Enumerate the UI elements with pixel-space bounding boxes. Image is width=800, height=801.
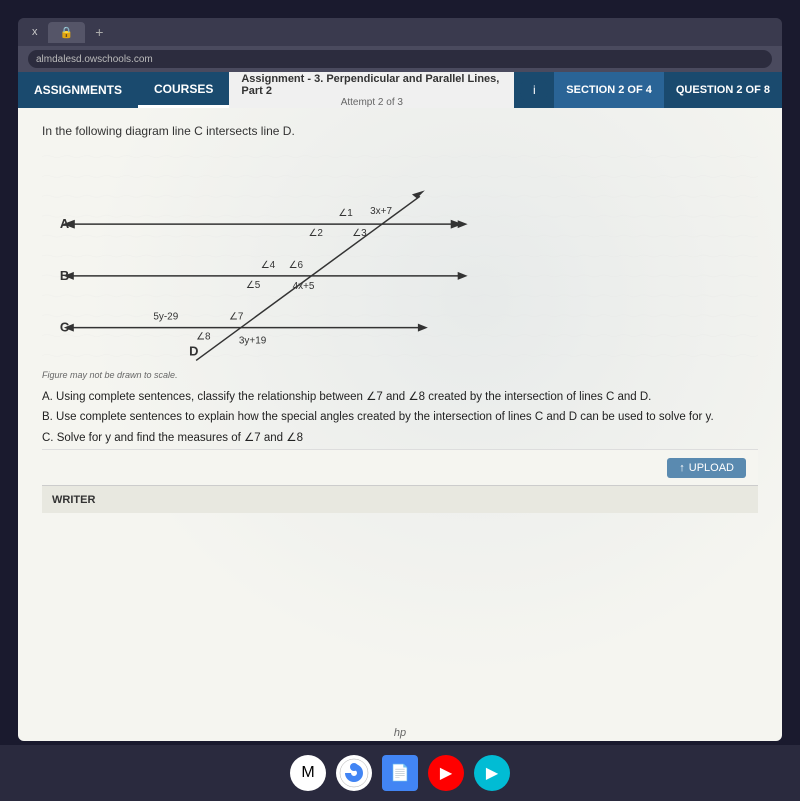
tab-close[interactable]: x (26, 24, 44, 40)
address-text: almdalesd.owschools.com (36, 54, 153, 65)
section-indicator: SECTION 2 OF 4 (554, 72, 664, 108)
courses-label: COURSES (154, 82, 213, 96)
question-label: QUESTION 2 OF 8 (676, 84, 770, 96)
info-icon[interactable]: i (520, 76, 548, 104)
docs-icon[interactable]: 📄 (382, 755, 418, 791)
svg-text:C: C (60, 320, 69, 335)
bottom-bar: ↑ UPLOAD (42, 449, 758, 485)
chrome-icon[interactable] (336, 755, 372, 791)
address-bar[interactable]: almdalesd.owschools.com (28, 50, 772, 68)
figure-note: Figure may not be drawn to scale. (42, 370, 758, 380)
hp-logo: hp (394, 727, 406, 739)
question-indicator: QUESTION 2 OF 8 (664, 72, 782, 108)
laptop-screen: x 🔒 + almdalesd.owschools.com ASSIGNMENT… (18, 18, 782, 741)
upload-icon: ↑ (679, 462, 685, 474)
tab-favicon: 🔒 (60, 26, 74, 39)
taskbar: M 📄 ▶ ▶ (0, 745, 800, 801)
nav-courses[interactable]: COURSES (138, 72, 229, 108)
new-tab-button[interactable]: + (89, 24, 109, 40)
section-label: SECTION 2 OF 4 (566, 84, 652, 96)
svg-text:3x+7: 3x+7 (370, 206, 392, 217)
svg-text:∠5: ∠5 (246, 280, 261, 291)
writer-label: WRITER (52, 494, 95, 506)
svg-text:5y-29: 5y-29 (153, 312, 178, 323)
questions-section: A. Using complete sentences, classify th… (42, 388, 758, 447)
nav-assignments[interactable]: ASSIGNMENTS (18, 72, 138, 108)
assignments-label: ASSIGNMENTS (34, 83, 122, 97)
writer-bar: WRITER (42, 485, 758, 513)
gmail-icon[interactable]: M (290, 755, 326, 791)
svg-text:∠8: ∠8 (196, 332, 211, 343)
svg-text:4x+5: 4x+5 (293, 281, 315, 292)
address-bar-container: almdalesd.owschools.com (18, 46, 782, 72)
play-icon[interactable]: ▶ (474, 755, 510, 791)
svg-text:∠6: ∠6 (289, 260, 304, 271)
svg-text:B: B (60, 268, 69, 283)
geometry-diagram: A B C D (42, 146, 758, 366)
main-content: In the following diagram line C intersec… (18, 108, 782, 741)
browser-tab[interactable]: 🔒 (48, 22, 86, 43)
upload-button[interactable]: ↑ UPLOAD (667, 458, 746, 478)
youtube-icon[interactable]: ▶ (428, 755, 464, 791)
svg-text:3y+19: 3y+19 (239, 336, 267, 347)
svg-text:∠1: ∠1 (338, 208, 353, 219)
diagram-area: A B C D (42, 146, 758, 366)
app-header: ASSIGNMENTS COURSES Assignment - 3. Perp… (18, 72, 782, 108)
upload-label: UPLOAD (689, 462, 734, 474)
svg-text:∠3: ∠3 (352, 228, 367, 239)
assignment-info: Assignment - 3. Perpendicular and Parall… (229, 72, 514, 108)
svg-text:D: D (189, 343, 198, 358)
svg-text:∠7: ∠7 (229, 312, 244, 323)
svg-text:∠2: ∠2 (309, 228, 324, 239)
question-a: A. Using complete sentences, classify th… (42, 388, 758, 406)
question-b: B. Use complete sentences to explain how… (42, 408, 758, 426)
assignment-title: Assignment - 3. Perpendicular and Parall… (241, 73, 502, 97)
question-c: C. Solve for y and find the measures of … (42, 429, 758, 447)
browser-tabs: x 🔒 + (18, 18, 782, 46)
attempt-label: Attempt 2 of 3 (341, 97, 403, 108)
problem-intro: In the following diagram line C intersec… (42, 124, 758, 138)
svg-text:∠4: ∠4 (261, 260, 276, 271)
